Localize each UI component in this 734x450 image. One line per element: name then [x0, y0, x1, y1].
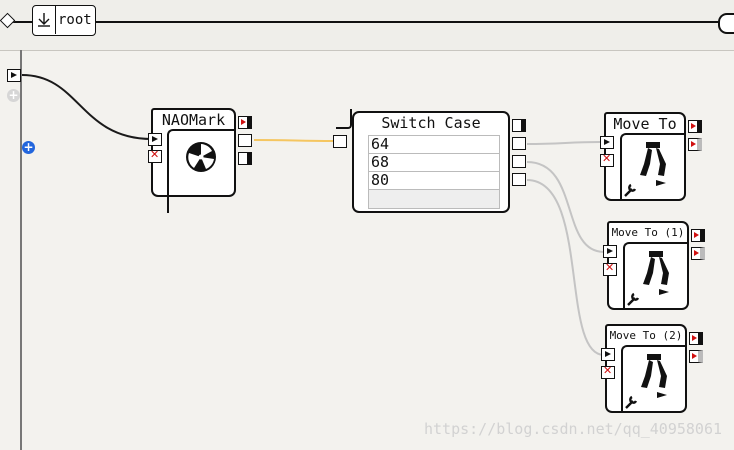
switch-case-output-68[interactable]: [512, 155, 526, 168]
move-to-onstopped-port[interactable]: [688, 120, 702, 133]
wire-case80-to-moveto2: [526, 179, 605, 356]
switch-case-notch: [336, 109, 352, 129]
add-input-icon[interactable]: +: [22, 141, 35, 154]
naomark-onstart-port[interactable]: [148, 133, 162, 146]
switch-case-box[interactable]: Switch Case 64 68 80: [352, 111, 510, 213]
naomark-box[interactable]: NAOMark: [151, 108, 236, 213]
move-to-1-onstop-port[interactable]: [603, 261, 617, 276]
wrench-icon[interactable]: [623, 394, 639, 410]
case-row[interactable]: 80: [369, 172, 499, 190]
move-to-2-onstopped-port[interactable]: [689, 332, 703, 345]
switch-case-input-port[interactable]: [333, 135, 347, 148]
naomark-onstop-port[interactable]: [148, 148, 162, 163]
move-to-2-title: Move To (2): [609, 329, 683, 342]
wire-case68-to-moveto1: [526, 161, 605, 253]
walking-legs-icon: [643, 251, 669, 295]
case-row-empty[interactable]: [369, 190, 499, 208]
move-to-2-failed-port[interactable]: [689, 350, 703, 363]
move-to-onstop-port[interactable]: [600, 152, 614, 167]
walking-legs-icon: [640, 142, 666, 186]
wire-start-to-naomark: [21, 74, 153, 140]
naomark-output-port[interactable]: [238, 134, 252, 147]
move-to-2-onstart-port[interactable]: [601, 348, 615, 361]
move-to-1-box[interactable]: Move To (1): [607, 221, 689, 310]
watermark: https://blog.csdn.net/qq_40958061: [423, 420, 722, 438]
naomark-onstopped-port[interactable]: [238, 116, 252, 129]
move-to-1-onstopped-port[interactable]: [691, 229, 705, 242]
move-to-2-box[interactable]: Move To (2): [605, 324, 687, 413]
switch-case-title: Switch Case: [381, 114, 481, 132]
naomark-title: NAOMark: [161, 111, 226, 129]
naomark-icon: [186, 142, 216, 172]
wrench-icon[interactable]: [625, 291, 641, 307]
wire-naomark-to-switch: [253, 139, 334, 142]
switch-case-list: 64 68 80: [368, 135, 500, 209]
add-input-disabled-icon: +: [7, 88, 20, 102]
walking-legs-icon: [641, 354, 667, 398]
case-row[interactable]: 64: [369, 136, 499, 154]
move-to-1-title: Move To (1): [611, 226, 685, 239]
switch-case-output-64[interactable]: [512, 137, 526, 150]
move-to-box[interactable]: Move To: [604, 112, 686, 201]
move-to-onstart-port[interactable]: [600, 136, 614, 149]
naomark-output-port-2[interactable]: [238, 152, 252, 165]
wrench-icon[interactable]: [622, 182, 638, 198]
move-to-1-failed-port[interactable]: [691, 247, 705, 260]
move-to-title: Move To: [613, 115, 677, 133]
move-to-1-onstart-port[interactable]: [603, 245, 617, 258]
move-to-2-onstop-port[interactable]: [601, 364, 615, 379]
case-row[interactable]: 68: [369, 154, 499, 172]
wire-case64-to-moveto: [526, 141, 601, 145]
move-to-failed-port[interactable]: [688, 138, 702, 151]
switch-case-output-80[interactable]: [512, 173, 526, 186]
switch-case-default-port[interactable]: [512, 119, 526, 132]
diagram-start-port[interactable]: [7, 69, 21, 82]
